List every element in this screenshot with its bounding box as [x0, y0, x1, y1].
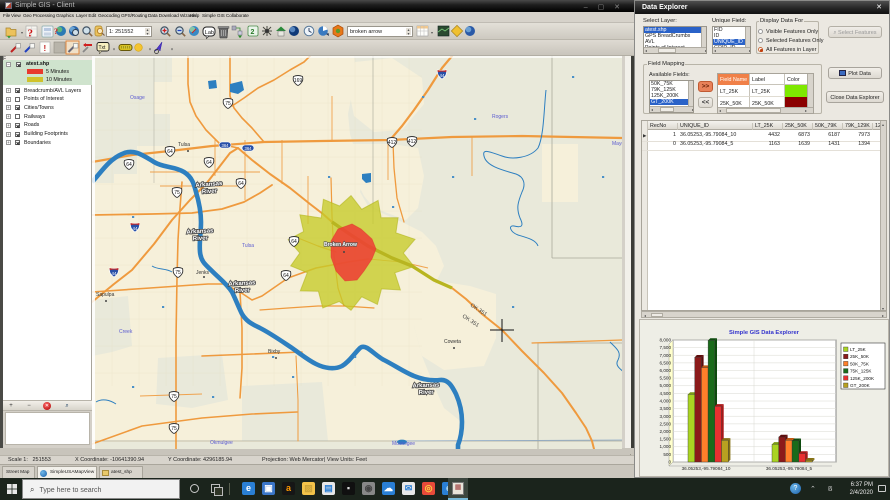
- svg-text:75: 75: [225, 101, 231, 107]
- svg-text:4,000: 4,000: [660, 399, 672, 404]
- svg-text:Muskogee: Muskogee: [392, 441, 415, 447]
- svg-text:▾: ▾: [431, 30, 433, 35]
- svg-text:▾: ▾: [21, 30, 23, 35]
- svg-text:64: 64: [238, 181, 244, 187]
- svg-text:125K_200K: 125K_200K: [850, 376, 875, 381]
- svg-text:64: 64: [126, 162, 132, 168]
- svg-text:▾: ▾: [149, 47, 151, 52]
- svg-text:2: 2: [251, 29, 255, 36]
- svg-text:Mayes: Mayes: [612, 141, 622, 147]
- svg-text:Txt: Txt: [99, 45, 107, 51]
- svg-text:GT_200K: GT_200K: [850, 383, 871, 388]
- svg-text:364: 364: [245, 146, 253, 151]
- svg-text:Broken Arrow: Broken Arrow: [324, 242, 357, 248]
- svg-text:1,500: 1,500: [660, 437, 672, 442]
- svg-text:3,500: 3,500: [660, 406, 672, 411]
- svg-text:!: !: [44, 44, 47, 53]
- svg-text:44: 44: [132, 226, 138, 231]
- svg-text:Simple GIS Data Explorer: Simple GIS Data Explorer: [729, 330, 800, 336]
- svg-text:5,500: 5,500: [660, 376, 672, 381]
- svg-text:64: 64: [283, 273, 289, 279]
- svg-text:Rogers: Rogers: [492, 114, 509, 120]
- svg-text:75: 75: [171, 394, 177, 400]
- svg-text:75: 75: [171, 426, 177, 432]
- svg-text:3,000: 3,000: [660, 414, 672, 419]
- svg-text:5,000: 5,000: [660, 383, 672, 388]
- svg-text:Creek: Creek: [119, 329, 133, 335]
- svg-text:1,000: 1,000: [660, 444, 672, 449]
- svg-text:6,500: 6,500: [660, 360, 672, 365]
- svg-text:64: 64: [291, 239, 297, 245]
- svg-text:Coweta: Coweta: [444, 339, 461, 345]
- svg-text:412: 412: [388, 140, 397, 146]
- svg-text:500: 500: [663, 452, 671, 457]
- svg-text:2,000: 2,000: [660, 429, 672, 434]
- svg-text:?: ?: [54, 27, 58, 36]
- svg-text:36.05253,-95.79084_10: 36.05253,-95.79084_10: [682, 466, 731, 471]
- svg-text:Sapulpa: Sapulpa: [96, 292, 115, 298]
- svg-text:Lab: Lab: [205, 30, 214, 36]
- svg-text:2,500: 2,500: [660, 421, 672, 426]
- svg-text:75K_125K: 75K_125K: [850, 369, 872, 374]
- svg-text:7,000: 7,000: [660, 353, 672, 358]
- svg-text:75: 75: [175, 270, 181, 276]
- svg-text:64: 64: [167, 149, 173, 155]
- svg-text:River: River: [193, 236, 209, 243]
- svg-text:Bixby: Bixby: [268, 349, 281, 355]
- svg-text:River: River: [235, 288, 251, 295]
- svg-text:?: ?: [28, 28, 34, 40]
- svg-text:4,500: 4,500: [660, 391, 672, 396]
- svg-text:Okmulgee: Okmulgee: [210, 440, 233, 446]
- svg-text:Arkansas: Arkansas: [412, 383, 440, 390]
- svg-text:River: River: [202, 188, 218, 195]
- svg-text:River: River: [419, 390, 435, 397]
- svg-text:Osage: Osage: [130, 95, 145, 101]
- svg-text:169: 169: [294, 78, 303, 84]
- svg-text:6,000: 6,000: [660, 368, 672, 373]
- svg-text:364: 364: [222, 143, 230, 148]
- svg-text:44: 44: [111, 271, 117, 276]
- svg-text:LT_25K: LT_25K: [850, 347, 867, 352]
- svg-text:64: 64: [206, 160, 212, 166]
- svg-text:412: 412: [408, 139, 417, 145]
- svg-text:Jenks: Jenks: [196, 270, 210, 276]
- svg-text:Tulsa: Tulsa: [242, 243, 254, 249]
- svg-text:44: 44: [439, 73, 445, 78]
- svg-text:▾: ▾: [113, 47, 115, 52]
- svg-text:75: 75: [174, 190, 180, 196]
- svg-text:36.05253,-95.79084_5: 36.05253,-95.79084_5: [766, 466, 813, 471]
- svg-text:25K_50K: 25K_50K: [850, 354, 870, 359]
- svg-text:8,000: 8,000: [660, 338, 672, 343]
- svg-text:50K_75K: 50K_75K: [850, 361, 870, 366]
- svg-text:▾: ▾: [171, 47, 173, 52]
- svg-text:0: 0: [668, 460, 671, 465]
- svg-text:Tulsa: Tulsa: [178, 142, 190, 148]
- svg-text:7,500: 7,500: [660, 345, 672, 350]
